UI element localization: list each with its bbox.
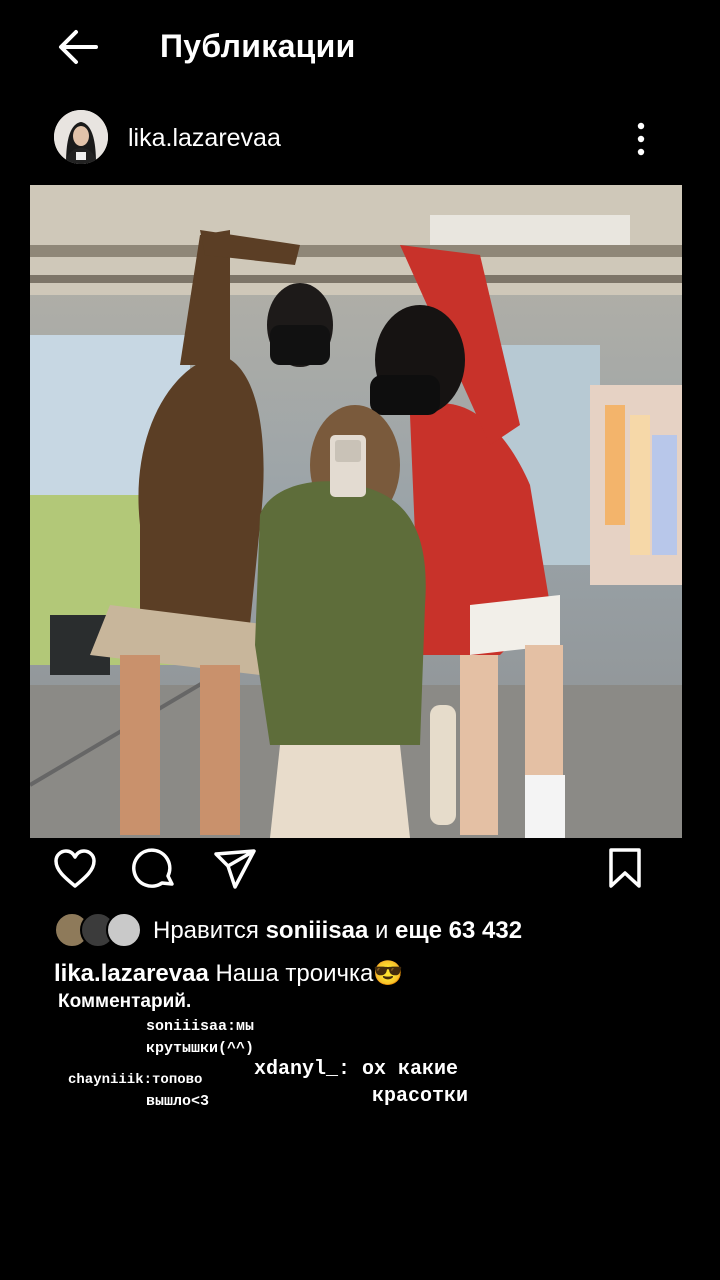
bookmark-icon xyxy=(609,848,641,888)
likes-summary[interactable]: Нравится soniiisaa и еще 63 432 xyxy=(153,914,522,948)
comment-xdanyl-line1: xdanyl_: ох какие xyxy=(254,1058,459,1081)
comments-label: Комментарий. xyxy=(58,991,192,1012)
likes-prefix: Нравится xyxy=(153,917,259,944)
comment-line: soniiisaa:мы xyxy=(146,1018,255,1035)
save-button[interactable] xyxy=(602,846,648,892)
sunglasses-emoji-icon: 😎 xyxy=(373,960,404,987)
like-button[interactable] xyxy=(52,846,98,892)
liker-avatars[interactable] xyxy=(54,912,144,950)
comment-soniiisaa: soniiisaa:мы крутышки(^^) xyxy=(146,1016,254,1060)
more-options-button[interactable] xyxy=(626,116,656,162)
photo-three-girls-image xyxy=(30,185,682,838)
liker-avatar xyxy=(106,912,142,948)
avatar-photo xyxy=(54,110,108,164)
caption-username[interactable]: lika.lazarevaa xyxy=(54,960,209,987)
back-button[interactable] xyxy=(52,24,104,70)
post-photo[interactable] xyxy=(30,185,682,838)
comment-line: крутышки(^^) xyxy=(146,1040,255,1057)
comment-chayniiik-line2: вышло<3 xyxy=(146,1093,210,1110)
author-username[interactable]: lika.lazarevaa xyxy=(128,122,281,154)
comment-button[interactable] xyxy=(132,846,178,892)
likes-count[interactable]: еще 63 432 xyxy=(395,917,522,944)
page-title: Публикации xyxy=(160,28,356,64)
comment-xdanyl-line2: красотки xyxy=(372,1085,469,1108)
arrow-left-icon xyxy=(59,30,98,64)
heart-icon xyxy=(54,849,96,888)
share-button[interactable] xyxy=(212,846,258,892)
caption-text: Наша троичка xyxy=(215,960,374,987)
paper-plane-icon xyxy=(214,849,256,889)
comment-bubble-icon xyxy=(132,848,174,888)
likes-connector: и xyxy=(374,917,389,944)
post-caption: lika.lazarevaa Наша троичка😎 xyxy=(54,958,403,990)
more-vertical-icon xyxy=(637,122,645,156)
likes-user[interactable]: soniiisaa xyxy=(266,917,369,944)
comment-chayniiik-line1: chayniiik:топово xyxy=(68,1072,203,1088)
author-avatar[interactable] xyxy=(54,110,108,164)
